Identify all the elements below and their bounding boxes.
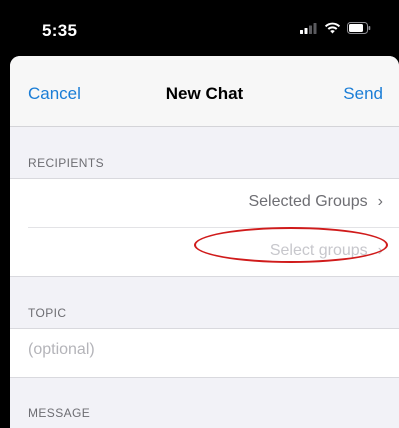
status-time: 5:35	[42, 21, 78, 40]
select-groups-placeholder: Select groups	[269, 242, 368, 259]
recipients-group: Selected Groups › Select groups ›	[10, 178, 399, 277]
select-groups-row[interactable]: Select groups ›	[28, 227, 399, 276]
status-icons	[300, 21, 371, 39]
nav-bar: Cancel New Chat Send	[10, 56, 399, 127]
topic-placeholder: (optional)	[28, 341, 95, 358]
cellular-signal-icon	[300, 21, 318, 39]
send-button[interactable]: Send	[343, 84, 383, 104]
wifi-icon	[324, 21, 341, 39]
chevron-right-icon: ›	[377, 242, 383, 259]
phone-screen: 5:35 Cancel New Chat Send RECIPIENTS Sel…	[0, 0, 399, 428]
status-bar: 5:35	[0, 0, 399, 56]
topic-header: TOPIC	[28, 306, 67, 320]
selected-groups-label: Selected Groups	[248, 193, 368, 210]
new-chat-sheet: Cancel New Chat Send RECIPIENTS Selected…	[10, 56, 399, 428]
chevron-right-icon: ›	[377, 193, 383, 210]
selected-groups-row[interactable]: Selected Groups ›	[10, 179, 399, 227]
topic-group: (optional)	[10, 328, 399, 378]
battery-icon	[347, 21, 371, 39]
message-header: MESSAGE	[28, 406, 91, 420]
recipients-header: RECIPIENTS	[28, 156, 105, 170]
page-title: New Chat	[165, 84, 244, 103]
topic-field[interactable]: (optional)	[10, 329, 399, 377]
